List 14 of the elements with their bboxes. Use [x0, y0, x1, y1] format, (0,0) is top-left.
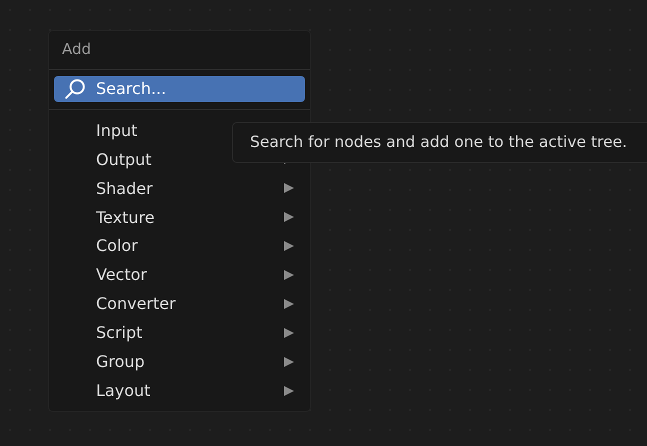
search-menu-item[interactable]: Search... [54, 76, 305, 102]
menu-item[interactable]: Group [96, 352, 145, 372]
tooltip: Search for nodes and add one to the active tree. [232, 122, 647, 163]
menu-item[interactable]: Texture [96, 208, 155, 227]
menu-item[interactable]: Shader [96, 178, 153, 198]
menu-item[interactable]: Output [96, 150, 152, 169]
search-icon [64, 78, 86, 100]
menu-item[interactable]: Color [96, 236, 138, 256]
menu-item[interactable]: Converter [96, 294, 176, 314]
menu-item[interactable]: Script [96, 323, 142, 342]
menu-item[interactable]: Layout [96, 381, 150, 400]
menu-item[interactable]: Input [96, 120, 138, 140]
menu-title: Add [61, 39, 92, 60]
menu-item[interactable]: Vector [96, 265, 147, 284]
